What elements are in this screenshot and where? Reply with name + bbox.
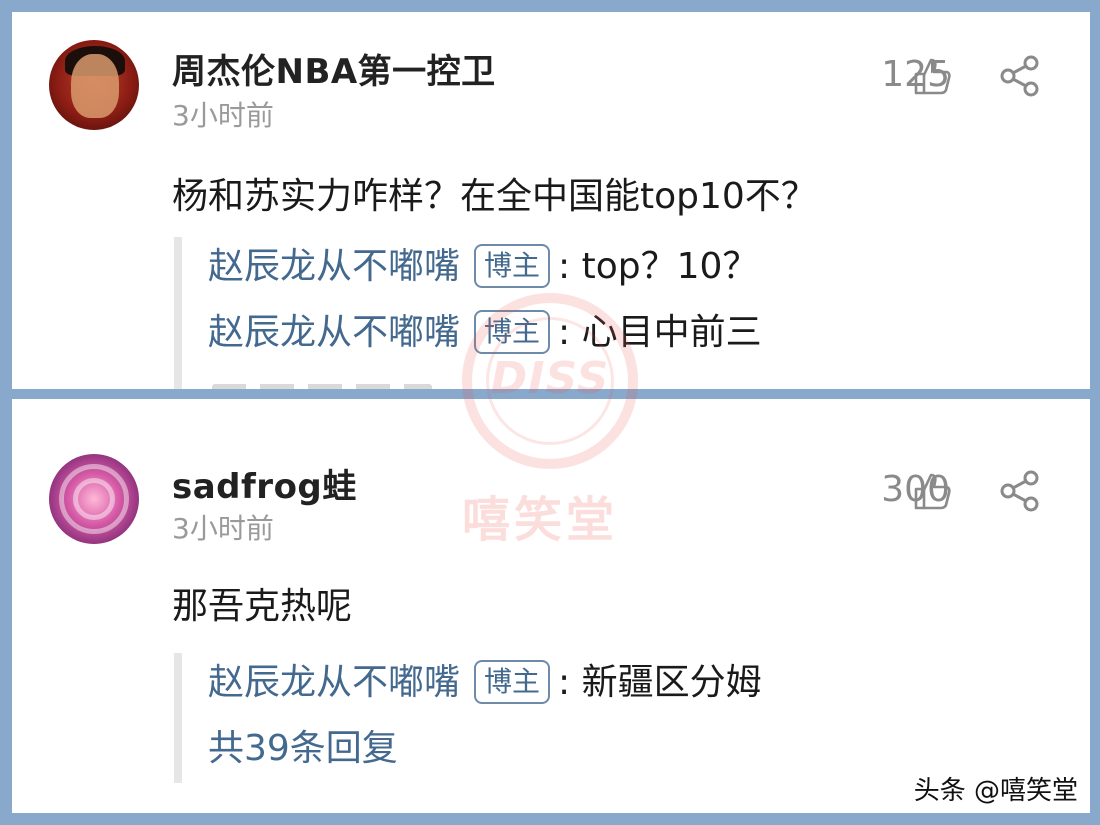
avatar-face xyxy=(71,54,119,118)
reply-author[interactable]: 赵辰龙从不嘟嘴 xyxy=(208,246,460,287)
reply-text: top？10？ xyxy=(581,246,759,287)
reply-colon: : xyxy=(558,312,571,353)
reply-colon: : xyxy=(558,246,571,287)
author-tag-badge: 博主 xyxy=(474,310,551,354)
user-avatar[interactable] xyxy=(49,454,139,544)
comment-card-2: sadfrog蛙 3小时前 300 那吾克热呢 赵辰龙从不嘟嘴 博主: 新疆区分姆… xyxy=(12,399,1090,813)
thumbs-up-icon[interactable] xyxy=(912,56,952,96)
comment-username[interactable]: sadfrog蛙 xyxy=(172,459,357,508)
reply-item[interactable]: 赵辰龙从不嘟嘴 博主: top？10？ xyxy=(208,237,762,303)
comment-time: 3小时前 xyxy=(172,512,274,545)
comment-text: 那吾克热呢 xyxy=(172,586,353,627)
reply-item[interactable]: 赵辰龙从不嘟嘴 博主: 心目中前三 xyxy=(208,303,762,369)
reply-text: 新疆区分姆 xyxy=(581,662,762,703)
author-tag-badge: 博主 xyxy=(474,244,551,288)
comment-card-1: 周杰伦NBA第一控卫 3小时前 125 杨和苏实力咋样？在全中国能top10不？… xyxy=(12,12,1090,389)
comment-text: 杨和苏实力咋样？在全中国能top10不？ xyxy=(172,176,817,217)
reply-text: 心目中前三 xyxy=(581,312,762,353)
more-replies-link[interactable]: 共39条回复 xyxy=(208,719,762,785)
reply-thread: 赵辰龙从不嘟嘴 博主: top？10？ 赵辰龙从不嘟嘴 博主: 心目中前三 xyxy=(174,237,762,389)
reply-item[interactable]: 赵辰龙从不嘟嘴 博主: 新疆区分姆 xyxy=(208,653,762,719)
share-icon[interactable] xyxy=(998,54,1042,98)
comment-username[interactable]: 周杰伦NBA第一控卫 xyxy=(172,44,496,93)
source-credit: 头条 @嘻笑堂 xyxy=(913,776,1078,806)
reply-author[interactable]: 赵辰龙从不嘟嘴 xyxy=(208,662,460,703)
share-icon[interactable] xyxy=(998,469,1042,513)
reply-thread: 赵辰龙从不嘟嘴 博主: 新疆区分姆 共39条回复 xyxy=(174,653,762,783)
cropped-reply-fragment xyxy=(212,384,432,389)
avatar-ring xyxy=(73,478,115,520)
reply-colon: : xyxy=(558,662,571,703)
reply-author[interactable]: 赵辰龙从不嘟嘴 xyxy=(208,312,460,353)
thumbs-up-icon[interactable] xyxy=(912,471,952,511)
author-tag-badge: 博主 xyxy=(474,660,551,704)
user-avatar[interactable] xyxy=(49,40,139,130)
comment-time: 3小时前 xyxy=(172,99,274,132)
